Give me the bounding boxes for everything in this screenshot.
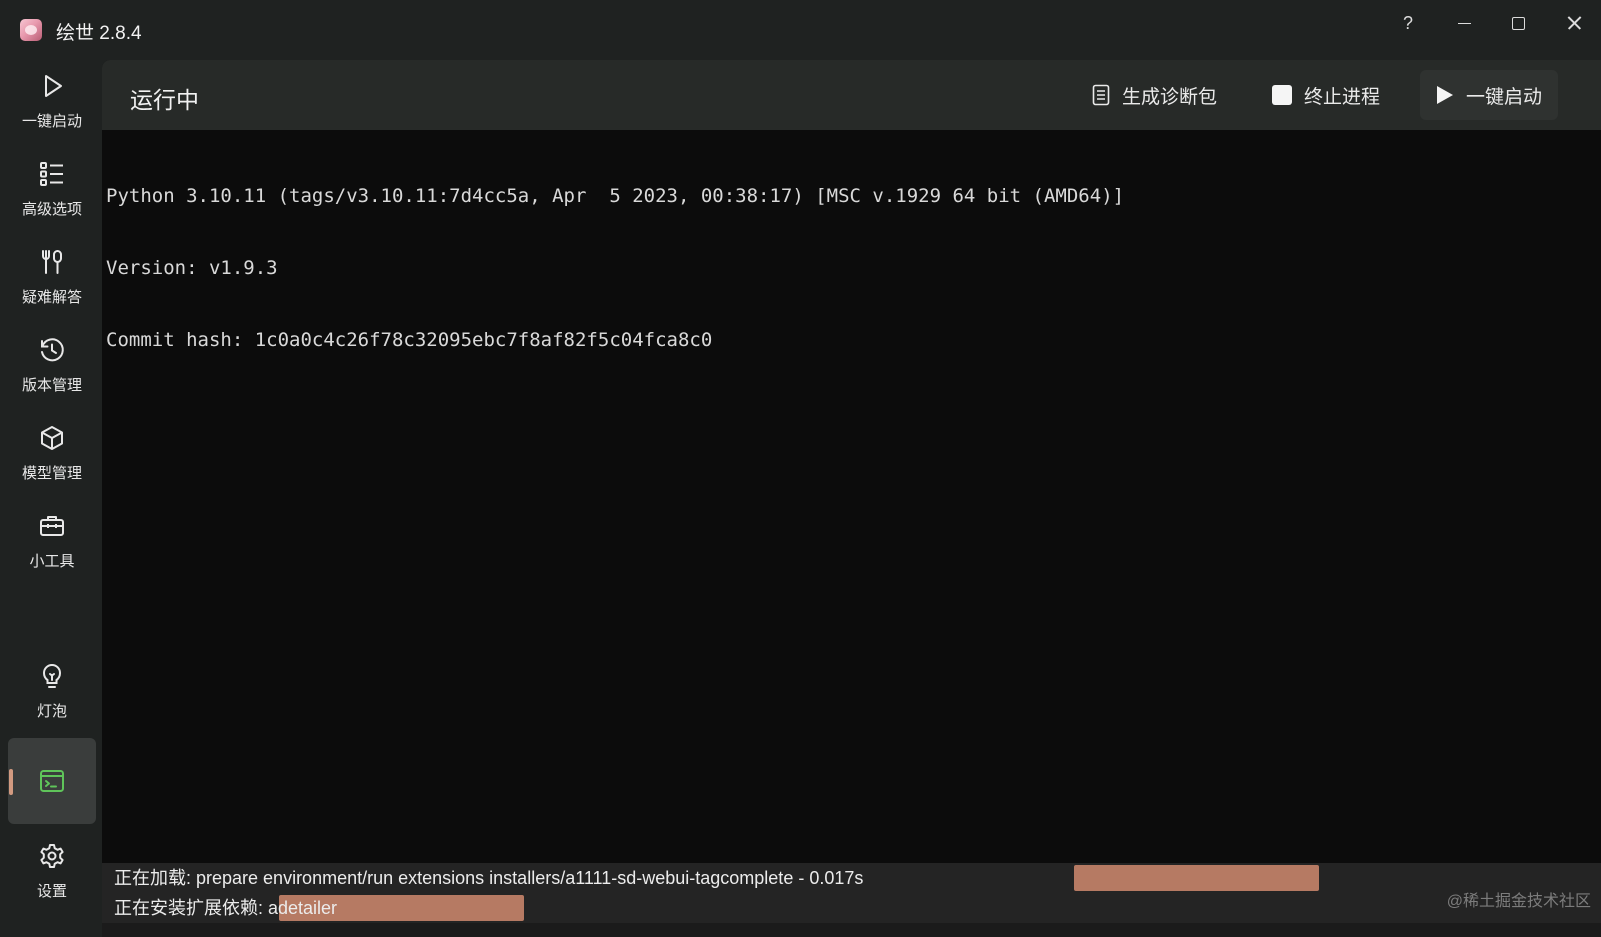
console-line: Python 3.10.11 (tags/v3.10.11:7d4cc5a, A… bbox=[106, 185, 1125, 207]
page-title: 运行中 bbox=[130, 87, 199, 113]
loading-status-text: 正在加载: prepare environment/run extensions… bbox=[114, 868, 864, 888]
sidebar-item-label: 版本管理 bbox=[21, 376, 82, 394]
install-status-row: 正在安装扩展依赖: adetailer @稀土掘金技术社区 bbox=[102, 893, 1601, 923]
minimize-button[interactable] bbox=[1442, 8, 1486, 38]
stop-process-label: 终止进程 bbox=[1304, 86, 1381, 108]
help-button[interactable]: ? bbox=[1386, 8, 1430, 38]
install-status-text: 正在安装扩展依赖: adetailer bbox=[114, 898, 338, 918]
app-logo-icon bbox=[20, 19, 42, 41]
stop-process-button[interactable]: 终止进程 bbox=[1272, 70, 1380, 120]
console-scrollbar[interactable] bbox=[1554, 130, 1601, 865]
sidebar-item-label: 模型管理 bbox=[21, 464, 82, 482]
maximize-button[interactable] bbox=[1496, 8, 1540, 38]
gear-icon bbox=[40, 843, 64, 868]
close-button[interactable] bbox=[1552, 8, 1596, 38]
sidebar-item-versions[interactable]: 版本管理 bbox=[8, 322, 96, 408]
sidebar-item-label: 小工具 bbox=[29, 552, 75, 570]
sidebar-item-troubleshoot[interactable]: 疑难解答 bbox=[8, 234, 96, 320]
tools-icon bbox=[42, 249, 62, 274]
console-output: Python 3.10.11 (tags/v3.10.11:7d4cc5a, A… bbox=[106, 136, 1586, 400]
play-outline-icon bbox=[45, 74, 62, 97]
sidebar-item-label: 一键启动 bbox=[21, 112, 82, 130]
header-bar: 运行中 生成诊断包 终止进程 一键启动 bbox=[102, 60, 1601, 130]
loading-progress-bar bbox=[1074, 865, 1319, 891]
sidebar: 一键启动 高级选项 疑难解答 版本管理 模型管理 小工具 灯泡 设置 bbox=[0, 58, 102, 937]
watermark: @稀土掘金技术社区 bbox=[1446, 893, 1591, 910]
sidebar-item-console[interactable] bbox=[8, 738, 96, 824]
play-icon bbox=[1436, 86, 1453, 104]
sidebar-item-advanced[interactable]: 高级选项 bbox=[8, 146, 96, 232]
app-title: 绘世 2.8.4 bbox=[56, 23, 142, 44]
title-bar: 绘世 2.8.4 ? bbox=[0, 0, 1601, 58]
list-settings-icon bbox=[40, 161, 63, 186]
sidebar-item-label: 灯泡 bbox=[36, 702, 67, 720]
active-indicator bbox=[9, 769, 13, 795]
one-click-launch-button[interactable]: 一键启动 bbox=[1420, 70, 1558, 120]
sidebar-item-label: 高级选项 bbox=[21, 200, 82, 218]
stop-icon bbox=[1272, 85, 1292, 105]
sidebar-item-tools[interactable]: 小工具 bbox=[8, 498, 96, 584]
sidebar-item-lightbulb[interactable]: 灯泡 bbox=[8, 648, 96, 734]
toolbox-icon bbox=[40, 515, 64, 536]
document-icon bbox=[1092, 84, 1110, 106]
one-click-launch-label: 一键启动 bbox=[1465, 86, 1542, 108]
console-line: Version: v1.9.3 bbox=[106, 257, 278, 279]
sidebar-item-settings[interactable]: 设置 bbox=[8, 828, 96, 914]
main-panel: 运行中 生成诊断包 终止进程 一键启动 Python 3.10.11 (tags… bbox=[102, 60, 1601, 937]
sidebar-item-models[interactable]: 模型管理 bbox=[8, 410, 96, 496]
cube-icon bbox=[41, 425, 63, 450]
sidebar-item-launch[interactable]: 一键启动 bbox=[8, 58, 96, 144]
status-area: 正在加载: prepare environment/run extensions… bbox=[102, 863, 1601, 937]
console-line: Commit hash: 1c0a0c4c26f78c32095ebc7f8af… bbox=[106, 329, 713, 351]
terminal-icon bbox=[40, 770, 64, 792]
sidebar-item-label: 设置 bbox=[36, 882, 67, 900]
loading-status-row: 正在加载: prepare environment/run extensions… bbox=[102, 863, 1601, 893]
lightbulb-icon bbox=[42, 663, 62, 688]
sidebar-item-label: 疑难解答 bbox=[21, 288, 82, 306]
generate-diagnostic-label: 生成诊断包 bbox=[1122, 86, 1218, 108]
history-icon bbox=[41, 337, 64, 361]
generate-diagnostic-button[interactable]: 生成诊断包 bbox=[1092, 70, 1217, 120]
